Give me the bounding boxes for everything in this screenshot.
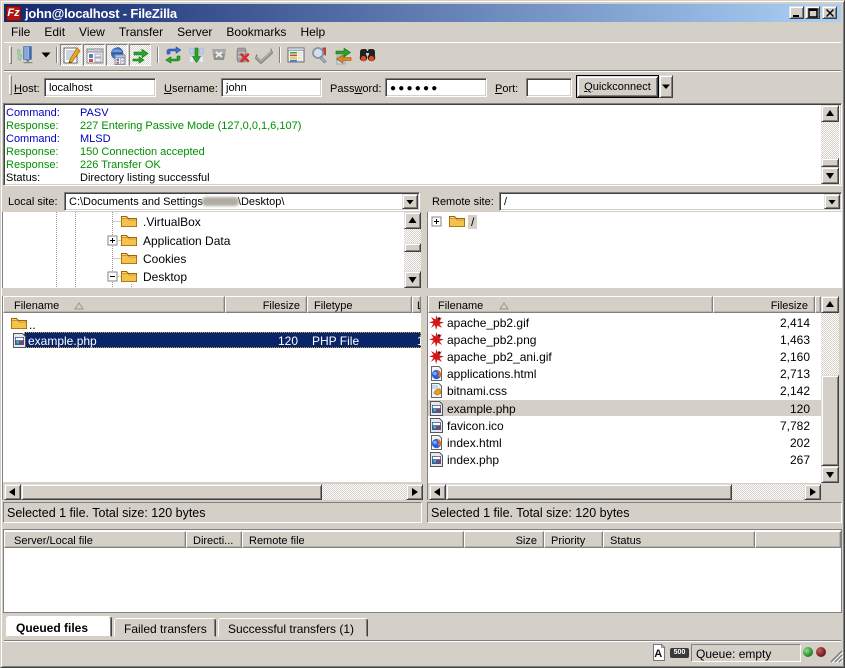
svg-text:A: A [654, 648, 662, 660]
